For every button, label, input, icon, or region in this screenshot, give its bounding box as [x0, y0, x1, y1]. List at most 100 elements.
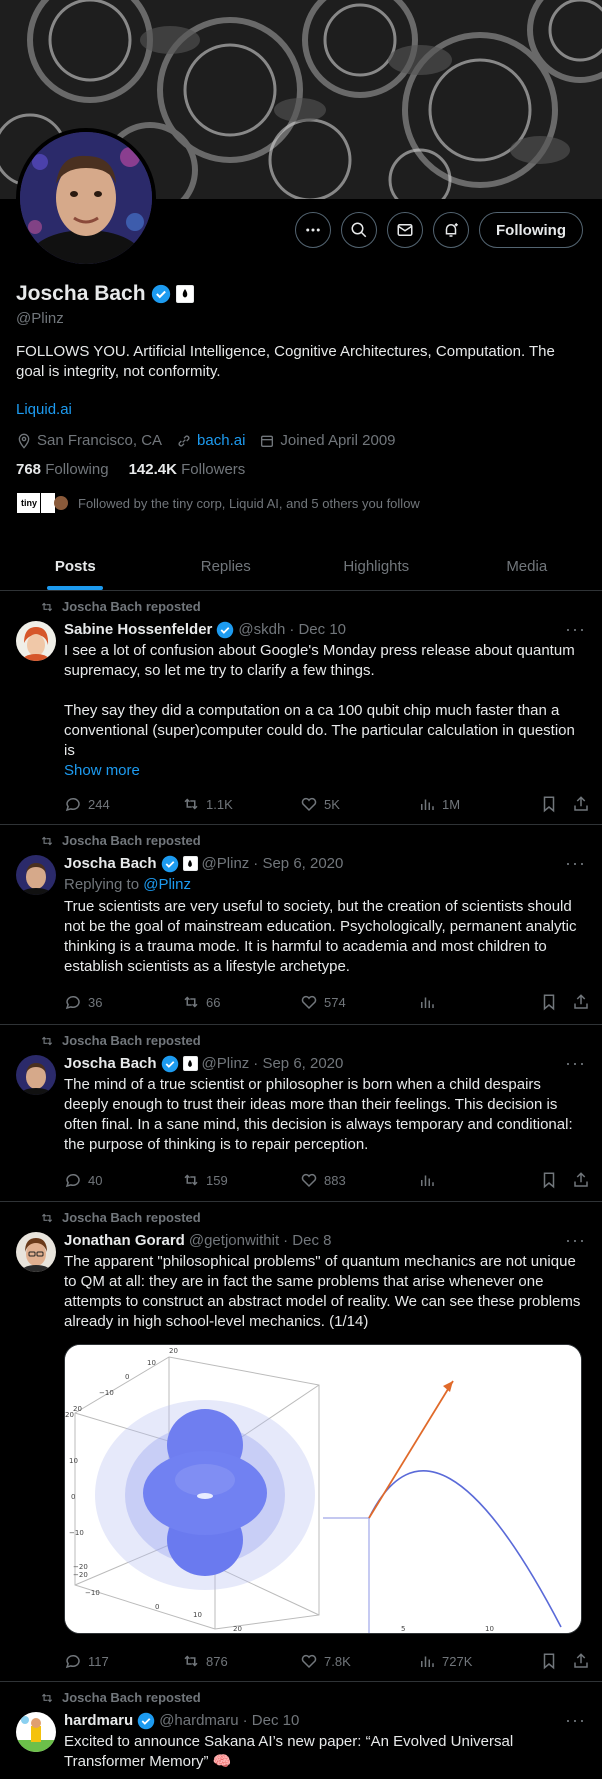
post-text: The mind of a true scientist or philosop…	[64, 1076, 577, 1153]
post-text: I see a lot of confusion about Google's …	[64, 642, 575, 759]
author-name[interactable]: Joscha Bach	[64, 1055, 157, 1072]
link-icon	[178, 434, 190, 447]
views-chart-icon	[421, 799, 434, 810]
avatar[interactable]	[16, 621, 56, 661]
tick-label: −20	[73, 1571, 88, 1579]
author-handle[interactable]: @Plinz	[202, 855, 250, 872]
affiliation-badge-icon[interactable]	[175, 285, 194, 303]
tab-replies[interactable]: Replies	[151, 542, 302, 590]
views-button[interactable]	[418, 993, 436, 1011]
like-button[interactable]: 574	[300, 993, 418, 1011]
bookmark-icon[interactable]	[540, 1652, 558, 1670]
affiliation-badge-icon	[182, 856, 198, 871]
avatar[interactable]	[16, 1055, 56, 1095]
reply-button[interactable]: 36	[64, 993, 182, 1011]
bio-link[interactable]: Liquid.ai	[16, 400, 586, 420]
bookmark-icon[interactable]	[540, 993, 558, 1011]
post-more-icon[interactable]: ···	[565, 1710, 586, 1731]
tick-label: 10	[69, 1457, 78, 1465]
post-header: Jonathan Gorard @getjonwithit · Dec 8 ··…	[64, 1230, 586, 1251]
repost-indicator: Joscha Bach reposted	[40, 1690, 201, 1705]
repost-button[interactable]: 876	[182, 1652, 300, 1670]
search-profile-button[interactable]	[341, 212, 378, 248]
repost-icon	[184, 1655, 198, 1667]
reply-button[interactable]: 244	[64, 795, 182, 813]
post-card[interactable]: Joscha Bach reposted Joscha Bach @Plinz …	[0, 825, 602, 1025]
post-extra-actions	[540, 795, 590, 813]
follow-counts: 768 Following 142.4K Followers	[16, 461, 586, 478]
author-handle[interactable]: @getjonwithit	[189, 1232, 279, 1249]
profile-avatar[interactable]	[16, 128, 156, 268]
tab-highlights[interactable]: Highlights	[301, 542, 452, 590]
share-icon[interactable]	[572, 993, 590, 1011]
location-pin-icon	[18, 433, 30, 449]
bookmark-icon[interactable]	[540, 1171, 558, 1189]
author-handle[interactable]: @Plinz	[202, 1055, 250, 1072]
author-name[interactable]: Joscha Bach	[64, 855, 157, 872]
like-button[interactable]: 7.8K	[300, 1652, 418, 1670]
bookmark-icon[interactable]	[540, 795, 558, 813]
post-card[interactable]: Joscha Bach reposted Joscha Bach @Plinz …	[0, 1025, 602, 1202]
post-header: Joscha Bach @Plinz · Sep 6, 2020 ···	[64, 1053, 586, 1074]
share-icon[interactable]	[572, 1171, 590, 1189]
website-link[interactable]: bach.ai	[197, 432, 245, 449]
join-date: Joined April 2009	[259, 432, 396, 449]
avatar[interactable]	[16, 1232, 56, 1272]
post-more-icon[interactable]: ···	[565, 1053, 586, 1074]
post-date[interactable]: · Sep 6, 2020	[253, 855, 343, 872]
avatar[interactable]	[16, 855, 56, 895]
author-handle[interactable]: @skdh	[238, 621, 285, 638]
more-options-button[interactable]	[295, 212, 332, 248]
profile-name: Joscha Bach	[16, 282, 146, 305]
post-text: The apparent "philosophical problems" of…	[64, 1253, 585, 1330]
post-date[interactable]: · Dec 10	[243, 1712, 300, 1729]
followed-by[interactable]: tiny Followed by the tiny corp, Liquid A…	[16, 492, 586, 514]
views-button[interactable]: 727K	[418, 1652, 472, 1670]
media-image-trajectory[interactable]: 5 10	[323, 1345, 581, 1633]
search-icon	[351, 222, 367, 238]
tab-posts[interactable]: Posts	[0, 542, 151, 590]
profile-bio: FOLLOWS YOU. Artificial Intelligence, Co…	[16, 343, 555, 380]
repost-indicator: Joscha Bach reposted	[40, 1210, 201, 1225]
post-more-icon[interactable]: ···	[565, 1230, 586, 1251]
post-actions: 36 66 574	[64, 993, 590, 1011]
media-image-3d-plot[interactable]: 20 10 0 −10 20 20 10 0 −10 −20 −20 −10 0…	[65, 1345, 323, 1633]
post-more-icon[interactable]: ···	[565, 619, 586, 640]
followers-count[interactable]: 142.4K Followers	[129, 461, 246, 478]
reply-button[interactable]: 40	[64, 1171, 182, 1189]
message-button[interactable]	[387, 212, 424, 248]
views-button[interactable]: 1M	[418, 795, 460, 813]
author-handle[interactable]: @hardmaru	[159, 1712, 238, 1729]
reply-button[interactable]: 117	[64, 1652, 182, 1670]
website[interactable]: bach.ai	[176, 432, 245, 449]
following-button[interactable]: Following	[479, 212, 583, 248]
post-card[interactable]: Joscha Bach reposted Jonathan Gorard @ge…	[0, 1202, 602, 1682]
show-more-link[interactable]: Show more	[64, 761, 584, 781]
share-icon[interactable]	[572, 795, 590, 813]
like-button[interactable]: 5K	[300, 795, 418, 813]
post-more-icon[interactable]: ···	[565, 853, 586, 874]
post-date[interactable]: · Dec 10	[289, 621, 346, 638]
tick-label: 20	[169, 1347, 178, 1355]
notifications-button[interactable]	[433, 212, 470, 248]
share-icon[interactable]	[572, 1652, 590, 1670]
views-button[interactable]	[418, 1171, 436, 1189]
author-name[interactable]: hardmaru	[64, 1712, 133, 1729]
profile-name-row: Joscha Bach	[16, 282, 586, 306]
post-media[interactable]: 20 10 0 −10 20 20 10 0 −10 −20 −20 −10 0…	[64, 1344, 582, 1634]
verified-badge-icon[interactable]	[151, 284, 171, 304]
following-count[interactable]: 768 Following	[16, 461, 109, 478]
avatar[interactable]	[16, 1712, 56, 1752]
post-date[interactable]: · Dec 8	[283, 1232, 331, 1249]
post-card[interactable]: Joscha Bach reposted hardmaru @hardmaru …	[0, 1682, 602, 1779]
like-button[interactable]: 883	[300, 1171, 418, 1189]
author-name[interactable]: Jonathan Gorard	[64, 1232, 185, 1249]
tab-media[interactable]: Media	[452, 542, 602, 590]
repost-button[interactable]: 159	[182, 1171, 300, 1189]
post-card[interactable]: Joscha Bach reposted Sabine Hossenfelder…	[0, 591, 602, 825]
author-name[interactable]: Sabine Hossenfelder	[64, 621, 212, 638]
post-date[interactable]: · Sep 6, 2020	[253, 1055, 343, 1072]
repost-button[interactable]: 1.1K	[182, 795, 300, 813]
repost-button[interactable]: 66	[182, 993, 300, 1011]
mail-icon	[397, 224, 413, 236]
